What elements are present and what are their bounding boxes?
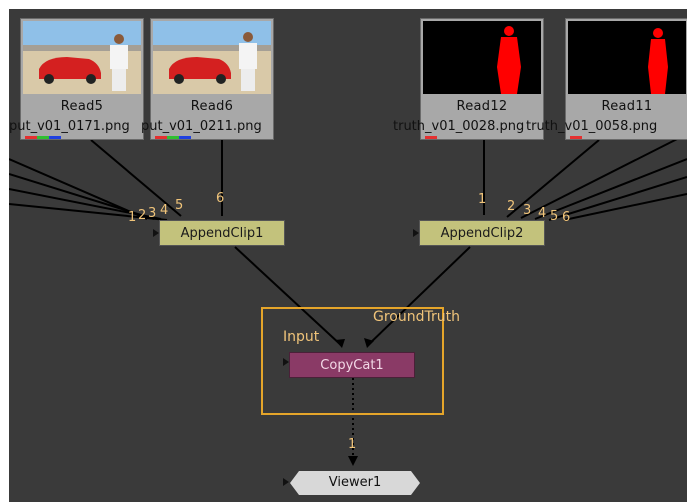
read12-name: Read12 bbox=[456, 99, 508, 114]
appendclip1-port-1: 1 bbox=[128, 210, 137, 225]
red-channel-indicator bbox=[155, 136, 167, 139]
node-graph-canvas[interactable]: Read5 put_v01_0171.png Read6 put_v01_021… bbox=[9, 9, 687, 502]
read5-filename: put_v01_0171.png bbox=[9, 119, 130, 134]
appendclip2-port-6: 6 bbox=[562, 210, 571, 225]
viewer1-input-arrow bbox=[283, 478, 289, 486]
appendclip2-port-2: 2 bbox=[507, 199, 516, 214]
red-channel-indicator bbox=[25, 136, 37, 139]
green-channel-indicator bbox=[167, 136, 179, 139]
appendclip1-port-6: 6 bbox=[216, 191, 225, 206]
read6-thumbnail bbox=[153, 21, 271, 94]
read11-thumbnail bbox=[568, 21, 686, 94]
appendclip1-port-3: 3 bbox=[148, 206, 157, 221]
appendclip2-port-1: 1 bbox=[478, 192, 487, 207]
viewer1-node[interactable]: Viewer1 bbox=[290, 471, 420, 495]
appendclip2-port-4: 4 bbox=[538, 206, 547, 221]
read12-filename: truth_v01_0028.png bbox=[393, 119, 525, 134]
blue-channel-indicator bbox=[179, 136, 191, 139]
appendclip1-port-4: 4 bbox=[160, 203, 169, 218]
read11-name: Read11 bbox=[601, 99, 653, 114]
appendclip1-port-5: 5 bbox=[175, 198, 184, 213]
read6-node[interactable]: Read6 put_v01_0211.png bbox=[141, 18, 274, 140]
read11-filename: truth_v01_0058.png bbox=[526, 119, 658, 134]
read12-thumbnail bbox=[423, 21, 541, 94]
read5-node[interactable]: Read5 put_v01_0171.png bbox=[9, 18, 144, 140]
copycat1-input-label: Input bbox=[283, 329, 320, 345]
read6-filename: put_v01_0211.png bbox=[141, 119, 262, 134]
read6-name: Read6 bbox=[190, 99, 234, 114]
red-channel-indicator bbox=[570, 136, 582, 139]
read11-node[interactable]: Read11 truth_v01_0058.png bbox=[526, 18, 687, 140]
viewer1-port-1: 1 bbox=[348, 437, 357, 452]
green-channel-indicator bbox=[37, 136, 49, 139]
appendclip2-port-3: 3 bbox=[523, 203, 532, 218]
appendclip1-port-2: 2 bbox=[138, 208, 147, 223]
red-channel-indicator bbox=[425, 136, 437, 139]
appendclip2-port-5: 5 bbox=[550, 209, 559, 224]
copycat1-node[interactable]: CopyCat1 bbox=[289, 352, 415, 378]
read5-thumbnail bbox=[23, 21, 141, 94]
copycat1-groundtruth-label: GroundTruth bbox=[373, 309, 460, 325]
appendclip2-node[interactable]: AppendClip2 bbox=[419, 220, 545, 246]
appendclip1-node[interactable]: AppendClip1 bbox=[159, 220, 285, 246]
read5-name: Read5 bbox=[60, 99, 104, 114]
blue-channel-indicator bbox=[49, 136, 61, 139]
